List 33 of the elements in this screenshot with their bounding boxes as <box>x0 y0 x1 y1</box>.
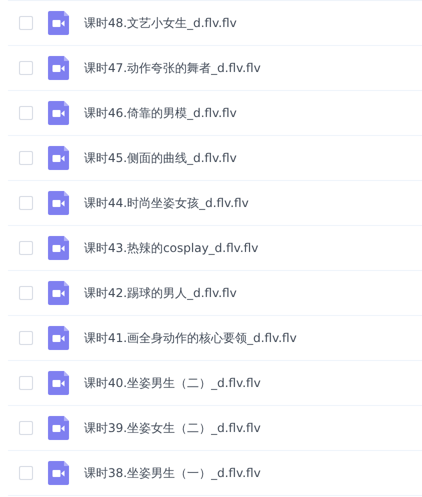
file-name[interactable]: 课时45.侧面的曲线_d.flv.flv <box>84 149 237 167</box>
video-file-icon <box>48 11 69 35</box>
checkbox[interactable] <box>19 466 33 480</box>
checkbox[interactable] <box>19 16 33 30</box>
file-name[interactable]: 课时47.动作夸张的舞者_d.flv.flv <box>84 59 261 77</box>
video-file-icon <box>48 281 69 305</box>
file-name[interactable]: 课时39.坐姿女生（二）_d.flv.flv <box>84 419 261 437</box>
checkbox[interactable] <box>19 241 33 255</box>
checkbox[interactable] <box>19 106 33 120</box>
file-name[interactable]: 课时44.时尚坐姿女孩_d.flv.flv <box>84 194 249 212</box>
video-file-icon <box>48 191 69 215</box>
video-file-icon <box>48 236 69 260</box>
file-name[interactable]: 课时38.坐姿男生（一）_d.flv.flv <box>84 464 261 482</box>
checkbox[interactable] <box>19 286 33 300</box>
file-name[interactable]: 课时43.热辣的cosplay_d.flv.flv <box>84 239 258 257</box>
video-file-icon <box>48 371 69 395</box>
video-file-icon <box>48 101 69 125</box>
video-file-icon <box>48 56 69 80</box>
checkbox[interactable] <box>19 331 33 345</box>
video-file-icon <box>48 416 69 440</box>
video-file-icon <box>48 461 69 485</box>
checkbox[interactable] <box>19 151 33 165</box>
file-name[interactable]: 课时40.坐姿男生（二）_d.flv.flv <box>84 374 261 392</box>
file-name[interactable]: 课时42.踢球的男人_d.flv.flv <box>84 284 237 302</box>
checkbox[interactable] <box>19 376 33 390</box>
checkbox[interactable] <box>19 196 33 210</box>
checkbox[interactable] <box>19 421 33 435</box>
video-file-icon <box>48 146 69 170</box>
checkbox[interactable] <box>19 61 33 75</box>
file-name[interactable]: 课时48.文艺小女生_d.flv.flv <box>84 14 237 32</box>
video-file-icon <box>48 326 69 350</box>
file-name[interactable]: 课时46.倚靠的男模_d.flv.flv <box>84 104 237 122</box>
file-name[interactable]: 课时41.画全身动作的核心要领_d.flv.flv <box>84 329 297 347</box>
